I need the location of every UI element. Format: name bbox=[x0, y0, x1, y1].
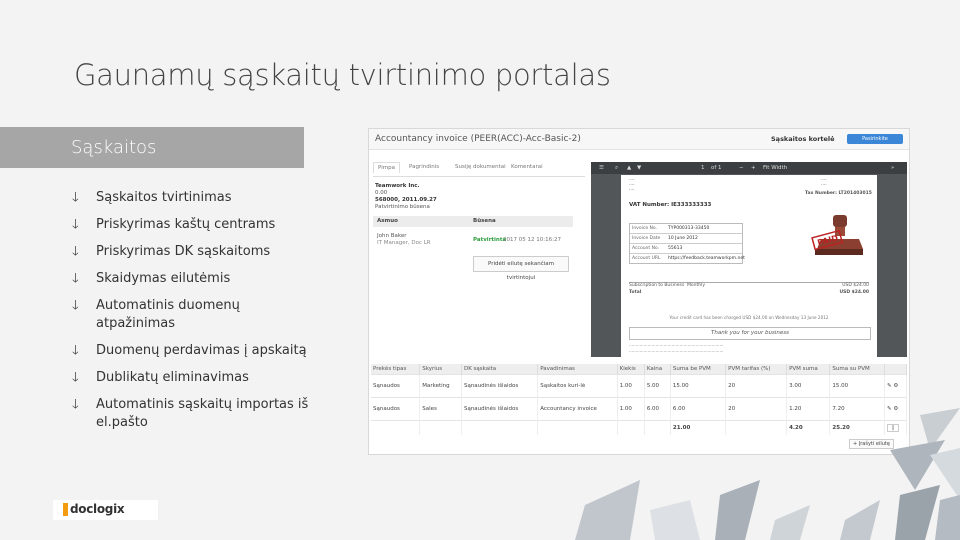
logo-mark-icon bbox=[63, 503, 68, 516]
brand-logo: doclogix bbox=[70, 502, 125, 516]
decorative-shards bbox=[575, 408, 960, 540]
